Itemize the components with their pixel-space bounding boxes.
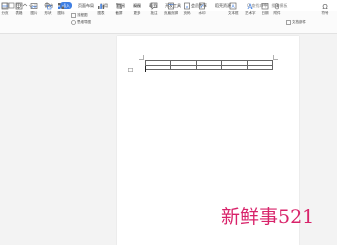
table-button[interactable]: 表格	[15, 2, 23, 16]
table-cell[interactable]	[221, 64, 248, 70]
chart-button[interactable]: 图表	[97, 2, 105, 16]
symbol-button[interactable]: Ω 符号	[321, 2, 329, 16]
omega-symbol-icon: Ω	[322, 3, 328, 10]
page-number-icon: #	[184, 2, 190, 10]
chart-icon	[98, 4, 105, 9]
symbol-label: 符号	[321, 11, 329, 15]
textbox-button[interactable]: A 文本框	[228, 2, 239, 16]
doc-parts-label: 文档部件	[292, 20, 306, 24]
wordart-icon: A	[247, 3, 254, 10]
svg-text:A: A	[247, 3, 254, 10]
screenshot-icon	[116, 3, 122, 9]
icons-button[interactable]: 图标	[57, 2, 65, 16]
shape-label: 形状	[44, 11, 52, 15]
date-button[interactable]: 日期	[261, 2, 269, 16]
chart-label: 图表	[97, 11, 105, 15]
textbox-label: 文本框	[228, 11, 239, 15]
page-number-label: 页码	[183, 11, 191, 15]
watermark-icon	[199, 2, 205, 10]
more-icon	[133, 5, 141, 7]
flowchart-icon	[71, 13, 76, 18]
calendar-icon	[261, 3, 269, 10]
icons-library-icon	[58, 3, 64, 9]
textbox-icon: A	[229, 2, 237, 10]
header-footer-label: 页眉页脚	[164, 11, 178, 15]
svg-text:#: #	[186, 5, 189, 9]
watermark-label: 水印	[198, 11, 206, 15]
tab-page-layout[interactable]: 页面布局	[78, 2, 94, 9]
watermark-button[interactable]: 水印	[198, 2, 206, 16]
mindmap-button[interactable]: 思维导图	[71, 20, 91, 25]
image-label: 图片	[30, 11, 38, 15]
watermark-text: 新鲜事521	[221, 206, 315, 228]
screenshot-label: 截屏	[115, 11, 123, 15]
table-label: 表格	[15, 11, 23, 15]
image-icon	[30, 3, 38, 9]
page-break-button[interactable]: 分页	[1, 2, 9, 16]
table-cell[interactable]	[170, 64, 197, 70]
attachment-button[interactable]: 附件	[273, 2, 281, 16]
page-break-icon	[1, 2, 9, 10]
comment-icon	[150, 2, 158, 10]
paperclip-icon	[275, 3, 279, 10]
header-footer-button[interactable]: 页眉页脚	[164, 2, 178, 16]
comment-label: 批注	[150, 11, 158, 15]
screenshot-button[interactable]: 截屏	[115, 2, 123, 16]
more-button[interactable]: 更多	[133, 2, 141, 16]
svg-text:Ω: Ω	[322, 3, 328, 10]
paragraph-layout-icon[interactable]	[128, 68, 133, 72]
wordart-label: 艺术字	[245, 11, 256, 15]
comment-button[interactable]: 批注	[150, 2, 158, 16]
table-cell[interactable]	[246, 64, 274, 70]
page-break-label: 分页	[1, 11, 9, 15]
attachment-label: 附件	[273, 11, 281, 15]
table-row	[144, 64, 274, 70]
icons-label: 图标	[57, 11, 65, 15]
date-label: 日期	[261, 11, 269, 15]
wordart-button[interactable]: A 艺术字	[245, 2, 256, 16]
more-label: 更多	[133, 11, 141, 15]
mindmap-label: 思维导图	[77, 20, 91, 24]
flowchart-button[interactable]: 流程图	[71, 13, 88, 18]
document-table[interactable]	[144, 60, 274, 70]
doc-parts-icon	[286, 20, 291, 25]
mindmap-icon	[71, 20, 76, 25]
header-footer-icon	[168, 2, 174, 10]
margin-corner-top-left	[139, 55, 144, 60]
image-button[interactable]: 图片	[30, 2, 38, 16]
text-cursor	[145, 66, 146, 72]
shape-icon	[44, 2, 52, 10]
table-icon	[15, 2, 23, 10]
flowchart-label: 流程图	[77, 13, 88, 17]
table-cell[interactable]	[195, 64, 223, 70]
margin-corner-top-right	[273, 55, 278, 60]
table-cell[interactable]	[144, 64, 172, 70]
doc-parts-button[interactable]: 文档部件	[286, 20, 306, 25]
shape-button[interactable]: 形状	[44, 2, 52, 16]
page-number-button[interactable]: # 页码	[183, 2, 191, 16]
